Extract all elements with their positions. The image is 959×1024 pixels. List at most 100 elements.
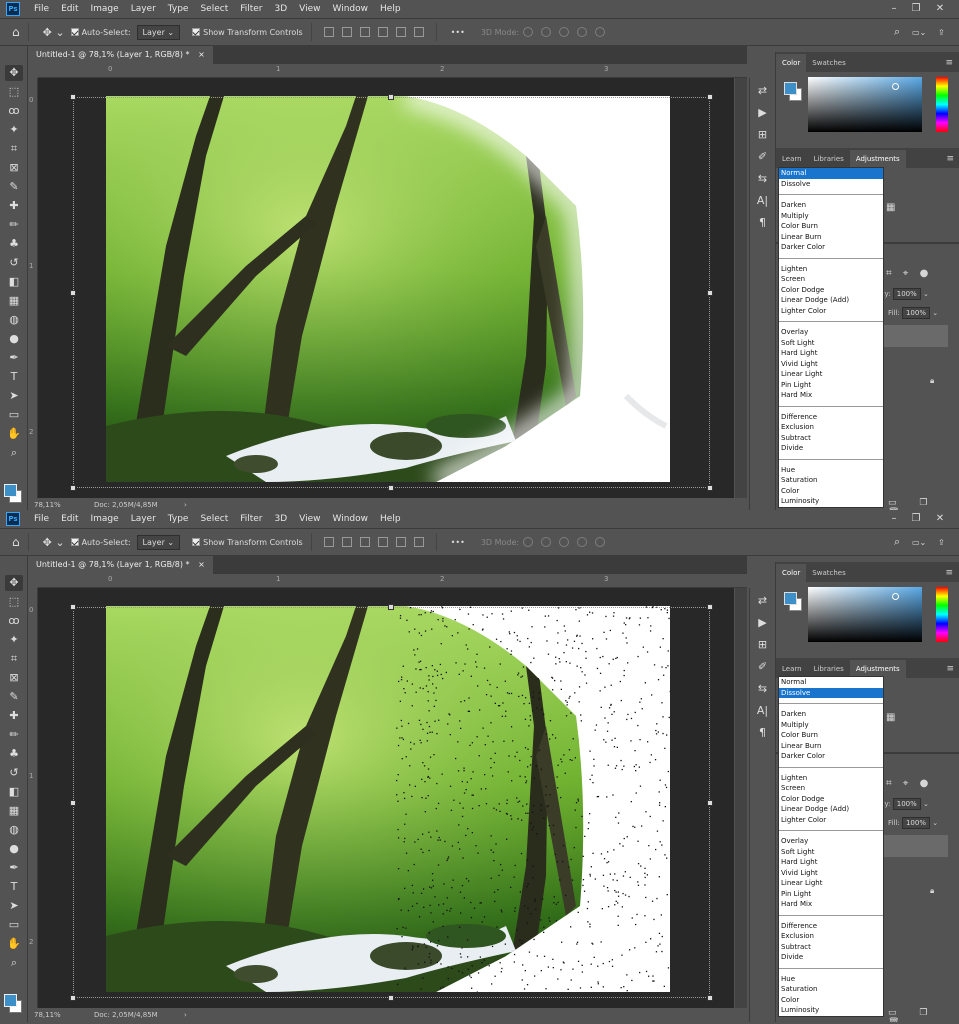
- blend-mode-lighten[interactable]: Lighten: [779, 264, 883, 275]
- auto-select-target[interactable]: Layer ⌄: [136, 534, 181, 550]
- marquee-icon[interactable]: ⬚: [5, 594, 23, 610]
- healing-icon[interactable]: ✚: [5, 198, 23, 214]
- menu-file[interactable]: File: [28, 0, 55, 18]
- blend-mode-darken[interactable]: Darken: [779, 709, 883, 720]
- blend-mode-dissolve[interactable]: Dissolve: [779, 687, 883, 698]
- tab-learn[interactable]: Learn: [776, 150, 808, 168]
- blend-mode-dropdown[interactable]: Normal Dissolve Darken Multiply Color Burn Li…: [778, 167, 884, 508]
- transform-handle[interactable]: [707, 290, 713, 296]
- 3d-tool-icon[interactable]: [595, 27, 606, 37]
- zoom-icon[interactable]: ⌕: [5, 955, 23, 971]
- blend-mode-color[interactable]: Color: [779, 995, 883, 1006]
- transform-handle[interactable]: [388, 995, 394, 1001]
- menu-view[interactable]: View: [293, 510, 326, 528]
- crop-icon[interactable]: ⌗: [5, 651, 23, 667]
- align-icon[interactable]: [323, 27, 334, 37]
- history-brush-icon[interactable]: ↺: [5, 765, 23, 781]
- gradient-icon[interactable]: ▦: [5, 293, 23, 309]
- align-icon[interactable]: [395, 27, 406, 37]
- gradient-icon[interactable]: ▦: [5, 803, 23, 819]
- transform-handle[interactable]: [70, 995, 76, 1001]
- menu-image[interactable]: Image: [85, 510, 125, 528]
- more-options-icon[interactable]: •••: [451, 538, 465, 547]
- properties-icon[interactable]: ⇆: [756, 172, 770, 186]
- align-icon[interactable]: [341, 27, 352, 37]
- pen-icon[interactable]: ✒: [5, 350, 23, 366]
- color-picker-field[interactable]: [808, 587, 922, 642]
- adjustment-grid-icon[interactable]: ▦: [886, 712, 895, 723]
- transform-handle[interactable]: [707, 800, 713, 806]
- blend-mode-screen[interactable]: Screen: [779, 274, 883, 285]
- menu-help[interactable]: Help: [374, 510, 407, 528]
- 3d-tool-icon[interactable]: [559, 27, 570, 37]
- frame-icon[interactable]: ⊠: [5, 160, 23, 176]
- align-icon[interactable]: [395, 537, 406, 547]
- status-menu-icon[interactable]: ›: [184, 1008, 187, 1022]
- panel-menu-icon[interactable]: ≡: [946, 150, 954, 168]
- transform-handle[interactable]: [707, 94, 713, 100]
- blend-mode-lighter-color[interactable]: Lighter Color: [779, 815, 883, 826]
- menu-edit[interactable]: Edit: [55, 0, 84, 18]
- blend-mode-linear-light[interactable]: Linear Light: [779, 369, 883, 380]
- blend-mode-color-dodge[interactable]: Color Dodge: [779, 285, 883, 296]
- blend-mode-color-burn[interactable]: Color Burn: [779, 221, 883, 232]
- align-icon[interactable]: [377, 537, 388, 547]
- transform-handle[interactable]: [707, 604, 713, 610]
- brush-icon[interactable]: ✏: [5, 217, 23, 233]
- blend-mode-subtract[interactable]: Subtract: [779, 942, 883, 953]
- eraser-icon[interactable]: ◧: [5, 274, 23, 290]
- home-icon[interactable]: ⌂: [12, 535, 20, 549]
- menu-window[interactable]: Window: [327, 510, 375, 528]
- blend-mode-multiply[interactable]: Multiply: [779, 720, 883, 731]
- close-icon[interactable]: ✕: [930, 0, 950, 18]
- document-tab[interactable]: Untitled-1 @ 78,1% (Layer 1, RGB/8) * ×: [28, 46, 213, 64]
- document-tab[interactable]: Untitled-1 @ 78,1% (Layer 1, RGB/8) * ×: [28, 556, 213, 574]
- auto-select-checkbox[interactable]: Auto-Select:: [70, 28, 131, 37]
- paragraph-icon[interactable]: ¶: [756, 216, 770, 230]
- path-select-icon[interactable]: ➤: [5, 898, 23, 914]
- play-icon[interactable]: ▶: [756, 616, 770, 630]
- arrange-icon[interactable]: ⇄: [756, 84, 770, 98]
- align-icon[interactable]: [377, 27, 388, 37]
- zoom-level[interactable]: 78,11%: [34, 1008, 61, 1022]
- transform-handle[interactable]: [388, 485, 394, 491]
- brush-settings-icon[interactable]: ✐: [756, 150, 770, 164]
- auto-select-checkbox[interactable]: Auto-Select:: [70, 538, 131, 547]
- transform-handle[interactable]: [707, 485, 713, 491]
- blend-mode-linear-burn[interactable]: Linear Burn: [779, 741, 883, 752]
- blend-mode-exclusion[interactable]: Exclusion: [779, 931, 883, 942]
- hue-slider[interactable]: [936, 77, 948, 132]
- foreground-color-swatch[interactable]: [4, 484, 17, 497]
- close-icon[interactable]: ✕: [930, 510, 950, 528]
- transform-handle[interactable]: [70, 485, 76, 491]
- blend-mode-hue[interactable]: Hue: [779, 465, 883, 476]
- blend-mode-divide[interactable]: Divide: [779, 443, 883, 454]
- rectangle-icon[interactable]: ▭: [5, 917, 23, 933]
- blur-icon[interactable]: ◍: [5, 312, 23, 328]
- tab-swatches[interactable]: Swatches: [806, 54, 851, 72]
- home-icon[interactable]: ⌂: [12, 25, 20, 39]
- blend-mode-exclusion[interactable]: Exclusion: [779, 422, 883, 433]
- menu-image[interactable]: Image: [85, 0, 125, 18]
- menu-layer[interactable]: Layer: [125, 0, 162, 18]
- blend-mode-pin-light[interactable]: Pin Light: [779, 380, 883, 391]
- layer-comp-icon[interactable]: ⊞: [756, 128, 770, 142]
- blend-mode-linear-dodge-add[interactable]: Linear Dodge (Add): [779, 804, 883, 815]
- brush-settings-icon[interactable]: ✐: [756, 660, 770, 674]
- 3d-tool-icon[interactable]: [523, 537, 534, 547]
- 3d-tool-icon[interactable]: [523, 27, 534, 37]
- menu-filter[interactable]: Filter: [234, 510, 268, 528]
- blend-mode-saturation[interactable]: Saturation: [779, 984, 883, 995]
- panel-menu-icon[interactable]: ≡: [945, 564, 953, 582]
- blend-mode-pin-light[interactable]: Pin Light: [779, 889, 883, 900]
- restore-icon[interactable]: ❐: [906, 510, 926, 528]
- menu-file[interactable]: File: [28, 510, 55, 528]
- menu-select[interactable]: Select: [194, 0, 234, 18]
- type-icon[interactable]: T: [5, 879, 23, 895]
- 3d-tool-icon[interactable]: [541, 537, 552, 547]
- align-icon[interactable]: [413, 537, 424, 547]
- move-icon[interactable]: ✥: [5, 65, 23, 81]
- crop-icon[interactable]: ⌗: [5, 141, 23, 157]
- type-icon[interactable]: T: [5, 369, 23, 385]
- layer-row-selected[interactable]: [884, 325, 948, 347]
